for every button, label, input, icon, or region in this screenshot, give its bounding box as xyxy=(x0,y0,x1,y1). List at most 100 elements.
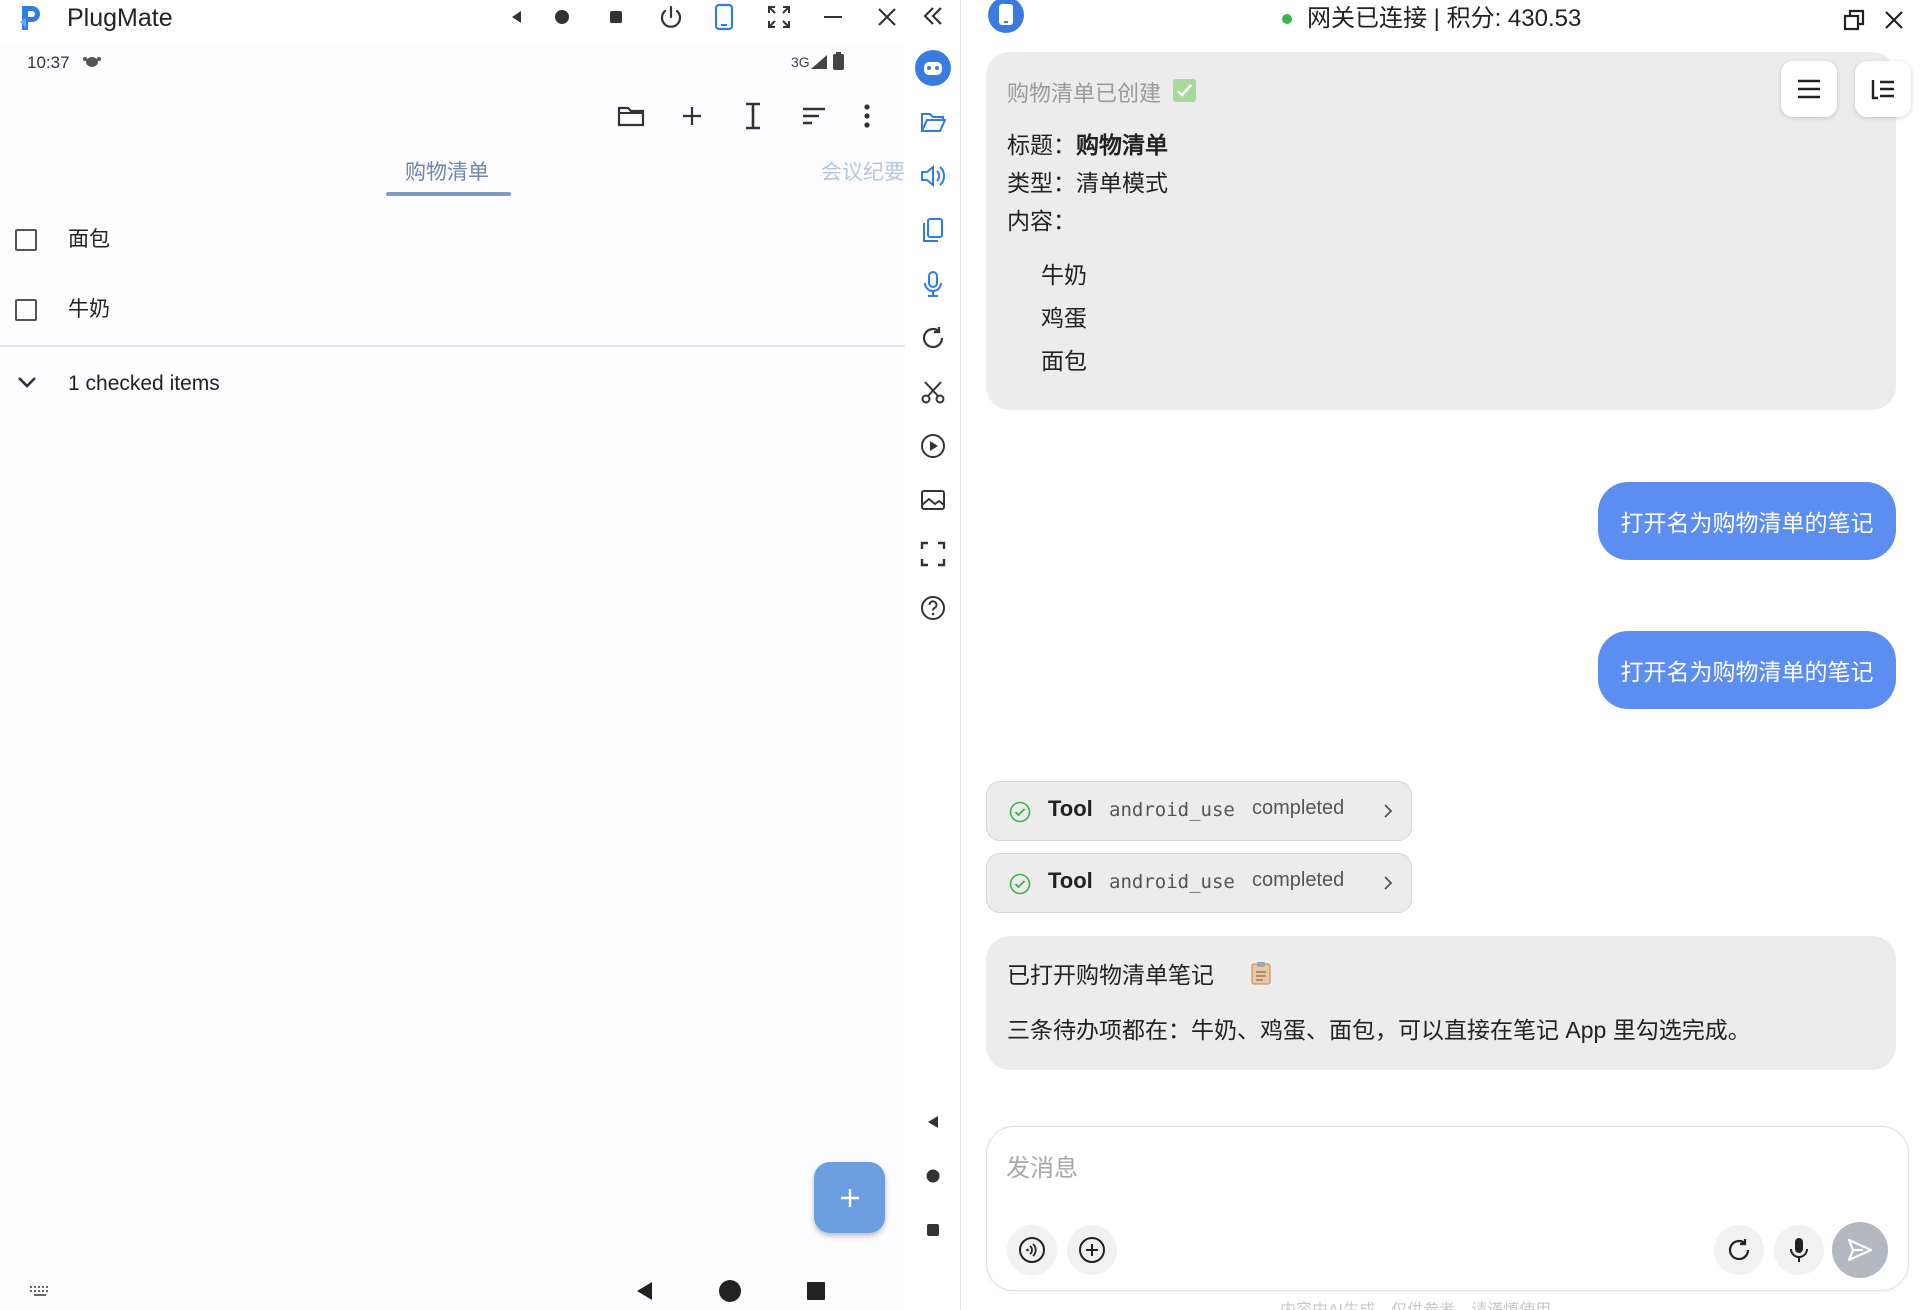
assistant-message: 已打开购物清单笔记 三条待办项都在：牛奶、鸡蛋、面包，可以直接在笔记 App 里… xyxy=(986,936,1896,1070)
message-title: 已打开购物清单笔记 xyxy=(1007,962,1214,988)
message-composer xyxy=(986,1126,1909,1291)
notification-icon xyxy=(82,55,102,69)
nav-home-button[interactable] xyxy=(715,1276,745,1306)
user-message: 打开名为购物清单的笔记 xyxy=(1598,482,1896,560)
rotate-icon[interactable] xyxy=(913,318,953,358)
add-note-fab[interactable] xyxy=(814,1162,885,1233)
folder-icon[interactable] xyxy=(611,96,651,136)
microphone-icon[interactable] xyxy=(913,264,953,304)
tool-call-pill[interactable]: Tool android_use completed xyxy=(986,781,1412,841)
tool-call-pill[interactable]: Tool android_use completed xyxy=(986,853,1412,913)
content-label: 内容： xyxy=(1007,208,1076,234)
voice-input-button[interactable] xyxy=(1774,1225,1824,1275)
tool-label: Tool xyxy=(1048,868,1093,893)
message-body: 三条待办项都在：牛奶、鸡蛋、面包，可以直接在笔记 App 里勾选完成。 xyxy=(1007,1017,1751,1043)
menu-button[interactable] xyxy=(1781,61,1837,117)
list-item[interactable]: 面包 xyxy=(0,210,905,270)
connection-status-text: 网关已连接 | 积分: 430.53 xyxy=(1307,5,1582,32)
help-icon[interactable] xyxy=(913,588,953,628)
plus-icon xyxy=(840,1188,859,1207)
home-small-button[interactable] xyxy=(913,1156,953,1196)
chevron-down-icon xyxy=(16,374,38,390)
active-tab-indicator xyxy=(386,192,511,196)
recents-square-button[interactable] xyxy=(596,0,636,34)
type-line: 类型：清单模式 xyxy=(1007,168,1168,198)
sort-icon[interactable] xyxy=(794,96,834,136)
tab-meeting-notes[interactable]: 会议纪要 xyxy=(821,158,905,188)
text-cursor-icon[interactable] xyxy=(733,96,773,136)
chat-panel: 网关已连接 | 积分: 430.53 购物清单已创建 标题：购物清单 类型：清单… xyxy=(962,0,1920,1310)
chevron-right-icon xyxy=(1383,803,1393,819)
assistant-avatar-icon[interactable] xyxy=(913,48,953,88)
screenshot-frame-icon[interactable] xyxy=(913,534,953,574)
item-checkbox[interactable] xyxy=(15,229,37,251)
checked-items-summary: 1 checked items xyxy=(68,372,220,395)
recents-small-button[interactable] xyxy=(913,1210,953,1250)
tool-strip xyxy=(905,0,961,1310)
fullscreen-button[interactable] xyxy=(759,0,799,34)
plus-circle-icon xyxy=(1079,1237,1105,1263)
connection-status-dot xyxy=(1282,14,1292,24)
close-panel-button[interactable] xyxy=(1878,4,1910,36)
divider xyxy=(0,345,905,347)
item-label: 面包 xyxy=(68,228,110,251)
content-item: 鸡蛋 xyxy=(1041,305,1087,331)
tool-status: completed xyxy=(1252,869,1345,891)
add-icon[interactable] xyxy=(672,96,712,136)
type-value: 清单模式 xyxy=(1076,170,1168,196)
type-label: 类型： xyxy=(1007,170,1076,196)
phone-rotate-button[interactable] xyxy=(704,0,744,34)
home-circle-button[interactable] xyxy=(542,0,582,34)
item-label: 牛奶 xyxy=(68,298,110,321)
tab-shopping-list[interactable]: 购物清单 xyxy=(405,158,489,188)
folder-open-icon[interactable] xyxy=(913,102,953,142)
back-triangle-button[interactable] xyxy=(497,0,537,34)
check-circle-icon xyxy=(1009,873,1031,895)
check-mark-icon xyxy=(1173,79,1196,102)
outline-button[interactable] xyxy=(1855,61,1911,117)
status-time: 10:37 xyxy=(27,53,70,72)
scissors-icon[interactable] xyxy=(913,372,953,412)
device-icon[interactable] xyxy=(987,0,1025,34)
power-button[interactable] xyxy=(651,0,691,34)
message-input[interactable] xyxy=(1006,1149,1866,1189)
title-value: 购物清单 xyxy=(1076,132,1168,158)
content-item: 面包 xyxy=(1041,348,1087,374)
microphone-icon xyxy=(1790,1238,1808,1262)
minimize-button[interactable] xyxy=(813,0,853,34)
clipboard-icon xyxy=(1251,961,1271,985)
battery-icon xyxy=(833,52,844,70)
voice-wave-icon xyxy=(1019,1237,1045,1263)
content-item: 牛奶 xyxy=(1041,262,1087,288)
refresh-button[interactable] xyxy=(1714,1225,1764,1275)
signal-icon xyxy=(810,54,828,70)
more-vert-icon[interactable] xyxy=(847,96,887,136)
back-small-button[interactable] xyxy=(913,1102,953,1142)
send-icon xyxy=(1847,1238,1873,1262)
emulator-titlebar: PlugMate xyxy=(0,0,905,44)
emulator-window: PlugMate 10:37 3G 购物清单 会议纪要 面包 牛奶 1 chec… xyxy=(0,0,905,1310)
app-title: PlugMate xyxy=(67,4,173,32)
close-window-button[interactable] xyxy=(867,0,907,34)
tool-label: Tool xyxy=(1048,796,1093,821)
list-item[interactable]: 牛奶 xyxy=(0,280,905,340)
volume-icon[interactable] xyxy=(913,156,953,196)
item-checkbox[interactable] xyxy=(15,299,37,321)
keyboard-icon[interactable] xyxy=(29,1285,51,1297)
message-header: 购物清单已创建 xyxy=(1007,81,1162,106)
attach-button[interactable] xyxy=(1067,1225,1117,1275)
tool-name: android_use xyxy=(1109,871,1235,893)
copy-icon[interactable] xyxy=(913,210,953,250)
refresh-icon xyxy=(1728,1239,1750,1261)
check-circle-icon xyxy=(1009,801,1031,823)
restore-window-button[interactable] xyxy=(1838,4,1870,36)
assistant-message: 购物清单已创建 标题：购物清单 类型：清单模式 内容： 牛奶 鸡蛋 面包 xyxy=(986,52,1896,410)
gallery-icon[interactable] xyxy=(913,480,953,520)
checked-items-toggle[interactable]: 1 checked items xyxy=(0,364,905,404)
play-icon[interactable] xyxy=(913,426,953,466)
send-button[interactable] xyxy=(1832,1222,1888,1278)
nav-recents-button[interactable] xyxy=(801,1276,831,1306)
voice-mode-button[interactable] xyxy=(1007,1225,1057,1275)
nav-back-button[interactable] xyxy=(629,1276,659,1306)
collapse-panel-button[interactable] xyxy=(913,0,953,36)
